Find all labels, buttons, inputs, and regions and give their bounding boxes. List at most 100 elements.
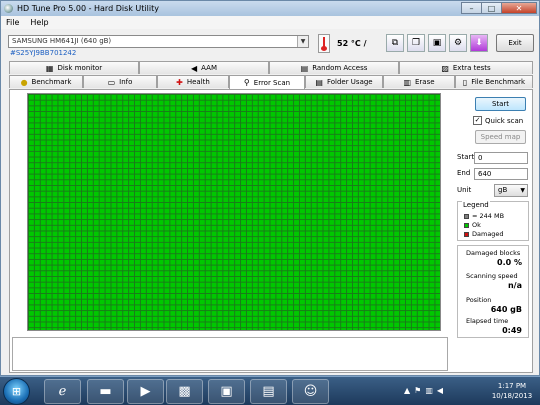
clock-date: 10/18/2013: [491, 392, 533, 400]
end-field-label: End: [457, 169, 471, 177]
volume-icon[interactable]: ◀: [437, 386, 443, 395]
copy-icon[interactable]: ⧉: [386, 34, 404, 52]
copy-all-icon[interactable]: ❐: [407, 34, 425, 52]
green-swatch-icon: [464, 222, 469, 228]
temperature-readout: 52 °C /: [337, 39, 367, 48]
toolbar-icons: ⧉ ❐ ▣ ⚙ ⬇: [386, 34, 491, 52]
taskbar: ⊞ ℯ ▬ ▶ ▩ ▣ ▤ ☺ ▲ ⚑ ▥ ◀ 1:17 PM 10/18/20…: [0, 376, 540, 405]
tab-label: Erase: [415, 78, 435, 86]
media-player-icon[interactable]: ▶: [127, 379, 164, 404]
position-label: Position: [466, 296, 492, 304]
scanning-speed-value: n/a: [507, 281, 522, 290]
temperature-value: 52 °C: [337, 39, 361, 48]
tab-label: File Benchmark: [471, 78, 526, 86]
clock-time: 1:17 PM: [497, 382, 527, 390]
folder-icon: ▤: [315, 77, 323, 87]
start-field-label: Start: [457, 153, 475, 161]
position-value: 640 gB: [490, 305, 522, 314]
gray-swatch-icon: [464, 213, 469, 219]
tab-folder-usage[interactable]: ▤ Folder Usage: [305, 75, 383, 88]
tab-label: Random Access: [312, 64, 368, 72]
tab-disk-monitor[interactable]: ▦ Disk monitor: [9, 61, 139, 74]
grid-icon: ▤: [300, 63, 309, 73]
menu-help[interactable]: Help: [30, 18, 48, 27]
drive-select[interactable]: SAMSUNG HM641JI (640 gB) ▼: [8, 35, 309, 48]
close-button[interactable]: ✕: [501, 2, 537, 14]
maximize-button[interactable]: □: [481, 2, 501, 14]
trash-icon: ▥: [403, 77, 411, 87]
tab-label: Folder Usage: [326, 78, 373, 86]
start-input[interactable]: 0: [474, 152, 528, 164]
minimize-button[interactable]: –: [461, 2, 481, 14]
speed-map-button[interactable]: Speed map: [475, 130, 526, 144]
window-controls: – □ ✕: [461, 2, 537, 14]
end-input[interactable]: 640: [474, 168, 528, 180]
tabs-bottom-row: ● Benchmark ▭ Info ✚ Health ⚲ Error Scan…: [9, 75, 533, 89]
options-icon[interactable]: ⚙: [449, 34, 467, 52]
chevron-down-icon: ▼: [297, 36, 308, 47]
network-icon[interactable]: ▥: [425, 386, 433, 395]
speaker-icon: ◀: [191, 63, 198, 73]
health-cross-icon: ✚: [176, 77, 183, 87]
arrow-up-icon[interactable]: ▲: [404, 386, 410, 395]
tab-extra-tests[interactable]: ▨ Extra tests: [399, 61, 533, 74]
monitor-app-icon[interactable]: ▤: [250, 379, 287, 404]
tab-benchmark[interactable]: ● Benchmark: [9, 75, 83, 88]
tab-random-access[interactable]: ▤ Random Access: [269, 61, 399, 74]
menu-file[interactable]: File: [6, 18, 19, 27]
serial-number: #S25YJ9BB701242: [10, 49, 77, 57]
tab-aam[interactable]: ◀ AAM: [139, 61, 269, 74]
tab-label: Health: [186, 78, 210, 86]
user-icon[interactable]: ☺: [292, 379, 329, 404]
magnifier-icon: ⚲: [243, 78, 250, 87]
quick-scan-row[interactable]: ✓ Quick scan: [473, 116, 523, 125]
unit-select[interactable]: gB ▼: [494, 184, 528, 197]
tab-error-scan[interactable]: ⚲ Error Scan: [229, 75, 305, 89]
elapsed-time-value: 0:49: [502, 326, 522, 335]
tab-label: Benchmark: [31, 78, 72, 86]
download-icon[interactable]: ⬇: [470, 34, 488, 52]
scan-log-area[interactable]: [12, 337, 448, 371]
thermometer-icon: [318, 34, 330, 53]
tests-icon: ▨: [441, 63, 449, 73]
legend-label: = 244 MB: [472, 212, 505, 220]
ie-icon[interactable]: ℯ: [44, 379, 81, 404]
start-button[interactable]: Start: [475, 97, 526, 111]
damaged-blocks-value: 0.0 %: [497, 258, 522, 267]
explorer-icon[interactable]: ▬: [87, 379, 124, 404]
tab-label: AAM: [201, 64, 217, 72]
hdtune-app-icon: [4, 4, 13, 13]
windows-start-icon[interactable]: ⊞: [3, 378, 30, 405]
quick-scan-checkbox[interactable]: ✓: [473, 116, 482, 125]
app-window: HD Tune Pro 5.00 - Hard Disk Utility – □…: [0, 0, 540, 376]
toolbox-icon[interactable]: ▩: [166, 379, 203, 404]
legend-label: Ok: [472, 221, 481, 229]
menu-bar: File Help: [1, 16, 539, 29]
tab-health[interactable]: ✚ Health: [157, 75, 229, 88]
system-tray: ▲ ⚑ ▥ ◀: [404, 386, 447, 395]
tabs-top-row: ▦ Disk monitor ◀ AAM ▤ Random Access ▨ E…: [9, 61, 533, 74]
bulb-icon: ●: [20, 77, 28, 87]
cpu-icon[interactable]: ▣: [208, 379, 245, 404]
tab-label: Extra tests: [452, 64, 491, 72]
legend-label: Damaged: [472, 230, 504, 238]
tab-info[interactable]: ▭ Info: [83, 75, 157, 88]
tab-file-benchmark[interactable]: ▯ File Benchmark: [455, 75, 533, 88]
title-bar[interactable]: HD Tune Pro 5.00 - Hard Disk Utility – □…: [1, 1, 539, 16]
save-icon[interactable]: ▣: [428, 34, 446, 52]
exit-button[interactable]: Exit: [496, 34, 534, 52]
elapsed-time-label: Elapsed time: [466, 317, 509, 325]
legend-item-block-size: = 244 MB: [464, 212, 504, 220]
legend-box: Legend = 244 MB Ok Damaged: [457, 201, 529, 241]
tab-erase[interactable]: ▥ Erase: [383, 75, 455, 88]
scan-block-grid: [27, 93, 441, 331]
monitor-icon: ▦: [45, 63, 54, 73]
clock[interactable]: 1:17 PM 10/18/2013: [489, 381, 535, 401]
legend-title: Legend: [462, 201, 490, 209]
scanning-speed-label: Scanning speed: [466, 272, 518, 280]
file-icon: ▯: [462, 77, 468, 87]
flag-icon[interactable]: ⚑: [414, 386, 421, 395]
drive-select-value: SAMSUNG HM641JI (640 gB): [12, 37, 112, 45]
tab-label: Info: [119, 78, 133, 86]
disk-icon: ▭: [107, 77, 116, 87]
